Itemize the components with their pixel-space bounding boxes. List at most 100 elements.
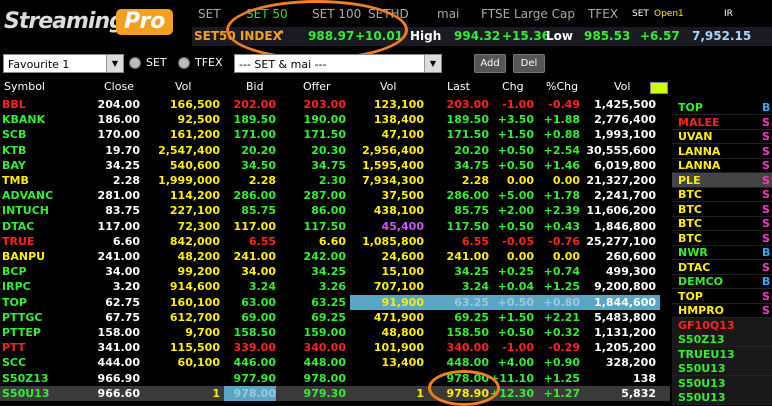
table-cell: +0.90 — [543, 356, 580, 370]
table-cell: +1.25 — [543, 280, 580, 294]
table-cell: 34.25 — [454, 265, 489, 279]
feed-item[interactable]: DTAC S — [672, 260, 772, 275]
table-row[interactable]: PTTGC 67.75 612,700 69.00 69.25 471,900 69.25 +… — [0, 310, 670, 325]
feed-item[interactable]: LANNA S — [672, 158, 772, 173]
table-row[interactable]: BCP 34.00 99,200 34.00 34.25 15,100 34.25 +0.25… — [0, 264, 670, 279]
table-row[interactable]: S50U13 966.60 1 978.00 979.30 1 978.90 +12.30 +1… — [0, 385, 670, 401]
table-cell: 6.60 — [112, 234, 140, 248]
del-button[interactable]: Del — [513, 54, 545, 73]
feed-item[interactable]: S50U13 — [672, 375, 772, 391]
table-row[interactable]: DTAC 117.00 72,300 117.00 117.50 45,400 117.50… — [0, 219, 670, 234]
table-row[interactable]: IRPC 3.20 914,600 3.24 3.26 707,100 3.24 +0.04 +… — [0, 279, 670, 294]
table-row[interactable]: KBANK 186.00 92,500 189.50 190.00 138,400 189.… — [0, 112, 670, 127]
table-cell: 159.00 — [303, 326, 346, 339]
table-cell: 158.50 — [233, 326, 276, 339]
favourite-select[interactable]: Favourite 1 ▼ — [3, 54, 124, 73]
table-cell: 85.75 — [241, 204, 276, 218]
feed-item[interactable]: S50U13 — [672, 361, 772, 376]
table-row[interactable]: TMB 2.28 1,999,000 2.28 2.30 7,934,300 2.28 0.0… — [0, 173, 670, 188]
table-cell: +2.39 — [543, 204, 580, 218]
feed-side: B — [762, 246, 771, 259]
radio-tfex[interactable] — [178, 57, 190, 69]
feed-symbol: TRUEU13 — [678, 347, 735, 361]
feed-side: S — [762, 304, 770, 317]
table-cell: -0.49 — [548, 98, 580, 111]
symbol-cell: TOP — [2, 295, 27, 309]
tab-ftse[interactable]: FTSE Large Cap — [481, 7, 575, 21]
feed-symbol: S50U13 — [678, 376, 726, 390]
ticker-high-label: High — [410, 29, 442, 43]
feed-item[interactable]: BTC S — [672, 216, 772, 231]
table-cell: +0.50 — [497, 219, 534, 233]
symbol-cell: INTUCH — [2, 204, 50, 218]
table-row[interactable]: ADVANC 281.00 114,200 286.00 287.00 37,500 286… — [0, 188, 670, 203]
feed-side: S — [762, 231, 770, 245]
symbol-cell: TMB — [2, 174, 29, 187]
table-cell: 241.00 — [97, 250, 140, 263]
tab-mai[interactable]: mai — [437, 7, 459, 21]
market-select[interactable]: --- SET & mai --- ▼ — [234, 54, 442, 73]
ir-label[interactable]: IR — [724, 9, 733, 19]
feed-item[interactable]: TRUEU13 — [672, 346, 772, 362]
table-row[interactable]: KTB 19.70 2,547,400 20.20 20.30 2,956,400 20.2… — [0, 143, 670, 158]
feed-item[interactable]: HMPRO S — [672, 303, 772, 318]
feed-item[interactable]: GF10Q13 — [672, 317, 772, 333]
table-row[interactable]: BAY 34.25 540,600 34.50 34.75 1,595,400 34.75 +… — [0, 158, 670, 173]
table-cell: 6.60 — [318, 234, 346, 248]
radio-set[interactable] — [129, 57, 141, 69]
table-row[interactable]: TOP 62.75 160,100 63.00 63.25 91,900 63.25 +0.5… — [0, 294, 670, 310]
table-cell: 204.00 — [97, 98, 140, 111]
radio-set-label: SET — [146, 56, 167, 69]
table-cell: 707,100 — [373, 280, 424, 294]
table-row[interactable]: PTT 341.00 115,500 339.00 340.00 101,900 340.0… — [0, 340, 670, 355]
table-cell: 260,600 — [605, 250, 656, 263]
table-row[interactable]: SCC 444.00 60,100 446.00 448.00 13,400 448.00 +… — [0, 355, 670, 370]
col-header: Vol — [380, 80, 397, 93]
table-cell: 34.25 — [105, 158, 140, 172]
table-row[interactable]: S50Z13 966.90 977.90 978.00 978.00 +11.10 +1.2… — [0, 371, 670, 386]
add-button[interactable]: Add — [474, 54, 506, 73]
table-row[interactable]: PTTEP 158.00 9,700 158.50 159.00 48,800 158.50… — [0, 325, 670, 340]
feed-item[interactable]: LANNA S — [672, 144, 772, 159]
table-cell: +0.43 — [543, 219, 580, 233]
favourite-select-value: Favourite 1 — [8, 58, 70, 71]
tab-set[interactable]: SET — [198, 7, 221, 21]
tab-tfex[interactable]: TFEX — [588, 7, 618, 21]
table-cell: 13,400 — [381, 356, 424, 370]
feed-item[interactable]: DEMCO B — [672, 274, 772, 289]
ticker-high-chg: +15.36 — [502, 29, 551, 43]
ticker-high: 994.32 — [454, 29, 501, 43]
feed-item[interactable]: PLE S — [672, 172, 772, 188]
feed-item[interactable]: BTC S — [672, 202, 772, 217]
feed-item[interactable]: S50Z13 — [672, 332, 772, 347]
feed-item[interactable]: NWR B — [672, 245, 772, 260]
feed-item[interactable]: BTC S — [672, 231, 772, 246]
feed-item[interactable]: S50U13 — [672, 390, 772, 405]
table-cell: 5,483,800 — [594, 310, 656, 324]
col-header: Last — [447, 80, 470, 93]
table-row[interactable]: SCB 170.00 161,200 171.00 171.50 47,100 171.50… — [0, 127, 670, 142]
feed-symbol: TOP — [678, 289, 703, 303]
table-cell: 444.00 — [97, 356, 140, 370]
table-row[interactable]: INTUCH 83.75 227,100 85.75 86.00 438,100 85.75… — [0, 203, 670, 218]
column-toggle-icon[interactable] — [650, 82, 668, 94]
feed-item[interactable]: UVAN S — [672, 129, 772, 144]
ticker-low-label: Low — [546, 29, 573, 43]
table-cell: 138 — [633, 371, 656, 385]
table-cell: 21,327,200 — [586, 174, 656, 187]
feed-item[interactable]: TOP B — [672, 100, 772, 115]
table-row[interactable]: TRUE 6.60 842,000 6.55 6.60 1,085,800 6.55 -0.0… — [0, 234, 670, 249]
feed-item[interactable]: MALEE S — [672, 115, 772, 130]
table-cell: 471,900 — [373, 310, 424, 324]
feed-symbol: BTC — [678, 188, 702, 201]
table-cell: 287.00 — [303, 189, 346, 203]
feed-side: S — [762, 289, 770, 303]
feed-item[interactable]: BTC S — [672, 187, 772, 202]
table-row[interactable]: BBL 204.00 166,500 202.00 203.00 123,100 203.0… — [0, 97, 670, 112]
table-cell: 227,100 — [169, 204, 220, 218]
feed-item[interactable]: TOP S — [672, 289, 772, 304]
table-cell: 339.00 — [233, 341, 276, 355]
table-cell: 1,846,800 — [594, 219, 656, 233]
table-row[interactable]: BANPU 241.00 48,200 241.00 242.00 24,600 241.0… — [0, 249, 670, 264]
market-status-label: SET — [632, 9, 649, 19]
